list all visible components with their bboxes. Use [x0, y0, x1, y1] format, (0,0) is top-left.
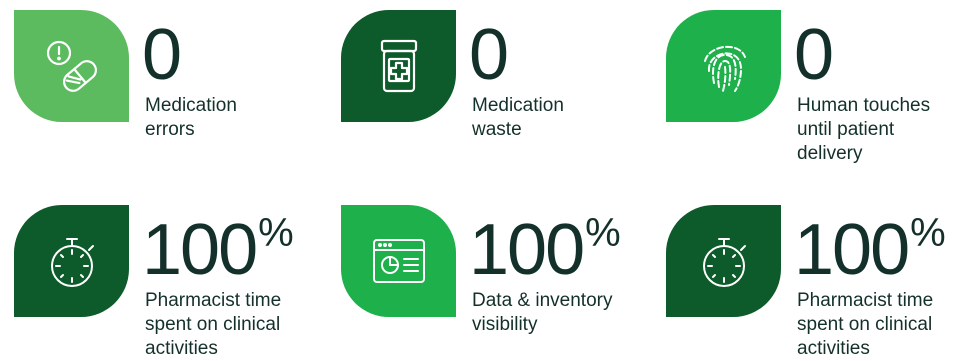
stat-label: Pharmacist time spent on clinical activi… — [797, 290, 934, 359]
stat-number: 0 — [142, 15, 182, 95]
stat-label: Human touches until patient delivery — [797, 95, 931, 164]
stat-value: 0 — [469, 2, 509, 91]
stat-value: 100% — [142, 197, 294, 286]
stat-number: 100 — [142, 210, 258, 290]
stat-tile — [14, 10, 129, 122]
stat-label: Pharmacist time spent on clinical activi… — [145, 290, 282, 359]
stopwatch-icon — [50, 238, 94, 287]
stat-value: 100% — [469, 197, 621, 286]
alert-pill-icon — [46, 40, 97, 92]
stat-unit: % — [585, 211, 621, 255]
stat-value: 100% — [794, 197, 946, 286]
stat-tile — [341, 10, 456, 122]
stats-infographic: { "colors": { "light_green": "#5cbb5e", … — [0, 0, 963, 359]
stat-label: Medication errors — [145, 95, 237, 140]
dashboard-window-icon — [372, 239, 425, 283]
fingerprint-icon — [703, 46, 746, 92]
stat-label: Medication waste — [472, 95, 564, 140]
stat-number: 100 — [469, 210, 585, 290]
stat-number: 0 — [469, 15, 509, 95]
stat-value: 0 — [794, 2, 834, 91]
medicine-jar-icon — [380, 39, 417, 93]
stat-unit: % — [910, 211, 946, 255]
stopwatch-icon — [702, 238, 746, 287]
stat-number: 0 — [794, 15, 834, 95]
stat-tile — [666, 205, 781, 317]
stat-tile — [14, 205, 129, 317]
stat-label: Data & inventory visibility — [472, 290, 613, 335]
stat-number: 100 — [794, 210, 910, 290]
stat-tile — [666, 10, 781, 122]
stat-tile — [341, 205, 456, 317]
stat-unit: % — [258, 211, 294, 255]
stat-value: 0 — [142, 2, 182, 91]
